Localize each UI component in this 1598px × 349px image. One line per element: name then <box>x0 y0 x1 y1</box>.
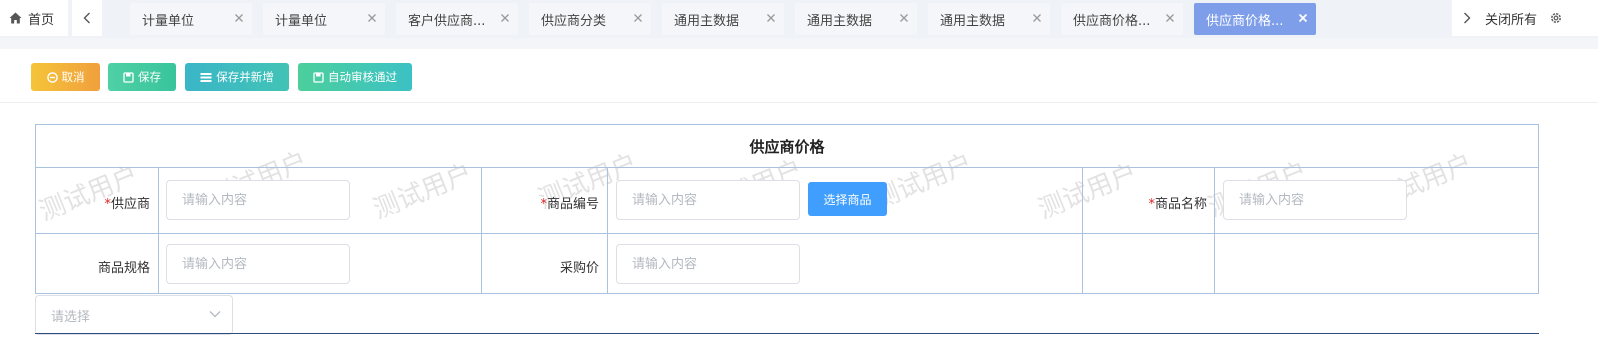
divider <box>158 168 159 293</box>
supplier-input[interactable] <box>166 180 350 220</box>
close-icon[interactable] <box>1296 11 1310 25</box>
tab-item[interactable]: 通用主数据 <box>928 3 1050 35</box>
purchase-price-label: 采购价 <box>559 261 599 276</box>
list-icon <box>200 72 212 82</box>
tabs-viewport: 分类 计量单位 计量单位 客户供应商... 供应商分类 通用主数据 通用主数据 … <box>120 0 1448 38</box>
save-button[interactable]: 保存 <box>108 63 176 91</box>
save-and-new-label: 保存并新增 <box>216 70 274 84</box>
tab-item[interactable]: 计量单位 <box>263 3 385 35</box>
close-icon[interactable] <box>1030 11 1044 25</box>
tabs-strip: 分类 计量单位 计量单位 客户供应商... 供应商分类 通用主数据 通用主数据 … <box>120 3 1327 35</box>
tab-label: 供应商价格... <box>1206 13 1284 29</box>
divider <box>36 233 1538 234</box>
cancel-label: 取消 <box>61 70 85 84</box>
tab-bar: 首页 分类 计量单位 计量单位 客户供应商... 供应商分类 通用主数据 通用主… <box>0 0 1598 38</box>
close-all-label: 关闭所有 <box>1485 12 1538 28</box>
product-code-label: *商品编号 <box>482 193 599 212</box>
supplier-label-text: 供应商 <box>110 197 150 212</box>
gear-icon[interactable] <box>1549 11 1563 25</box>
product-spec-input[interactable] <box>166 244 350 284</box>
product-name-label-text: 商品名称 <box>1154 197 1207 212</box>
tab-label: 供应商价格... <box>1073 13 1151 29</box>
tab-item[interactable]: 供应商价格... <box>1061 3 1183 35</box>
save-disk-icon <box>313 71 324 83</box>
close-icon[interactable] <box>631 11 645 25</box>
section-divider <box>35 333 1539 334</box>
close-icon[interactable] <box>897 11 911 25</box>
tab-item[interactable]: 通用主数据 <box>662 3 784 35</box>
divider <box>1214 168 1215 293</box>
tab-label: 计量单位 <box>275 13 328 29</box>
form-title: 供应商价格 <box>36 125 1538 168</box>
purchase-price-input[interactable] <box>616 244 800 284</box>
product-code-input[interactable] <box>616 180 800 220</box>
auto-approve-label: 自动审核通过 <box>328 70 397 84</box>
home-icon <box>9 12 22 24</box>
cancel-circle-icon <box>46 71 58 83</box>
tab-item[interactable]: 客户供应商... <box>396 3 518 35</box>
status-select[interactable]: 请选择 <box>35 295 233 335</box>
tab-item[interactable]: 通用主数据 <box>795 3 917 35</box>
tab-label: 通用主数据 <box>940 13 1006 29</box>
product-name-input[interactable] <box>1223 180 1407 220</box>
product-spec-label: 商品规格 <box>97 261 150 276</box>
auto-approve-button[interactable]: 自动审核通过 <box>298 63 412 91</box>
divider <box>1082 168 1083 293</box>
toolbar: 取消 保存 保存并新增 自动审核通过 <box>0 49 1598 103</box>
save-label: 保存 <box>138 70 161 84</box>
chevron-left-icon <box>83 12 90 24</box>
close-icon[interactable] <box>365 11 379 25</box>
product-name-label: *商品名称 <box>1083 193 1207 212</box>
chevron-down-icon <box>209 311 221 318</box>
tab-label: 通用主数据 <box>807 13 873 29</box>
supplier-label: *供应商 <box>36 193 150 212</box>
home-tab[interactable]: 首页 <box>0 0 68 36</box>
tab-item[interactable]: 计量单位 <box>130 3 252 35</box>
content-panel: 取消 保存 保存并新增 自动审核通过 测试用户 测试用户 测试用户 测试用户 测… <box>0 49 1598 349</box>
select-product-button[interactable]: 选择商品 <box>808 182 887 216</box>
close-all-button[interactable]: 关闭所有 <box>1481 0 1598 36</box>
tab-label: 客户供应商... <box>408 13 486 29</box>
tab-item[interactable]: 供应商分类 <box>529 3 651 35</box>
form-table: 供应商价格 *供应商 *商品编号 选择商品 *商品名称 商品规格 采购价 <box>35 124 1539 294</box>
close-icon[interactable] <box>764 11 778 25</box>
tab-scroll-right-button[interactable] <box>1452 0 1482 36</box>
tab-item-active[interactable]: 供应商价格... <box>1194 3 1316 35</box>
close-icon[interactable] <box>498 11 512 25</box>
close-icon[interactable] <box>232 11 246 25</box>
divider <box>607 168 608 293</box>
product-code-label-text: 商品编号 <box>546 197 599 212</box>
save-and-new-button[interactable]: 保存并新增 <box>185 63 289 91</box>
cancel-button[interactable]: 取消 <box>31 63 100 91</box>
tab-label: 计量单位 <box>142 13 195 29</box>
save-disk-icon <box>123 71 134 83</box>
tab-label: 通用主数据 <box>674 13 740 29</box>
select-placeholder: 请选择 <box>51 309 91 325</box>
chevron-right-icon <box>1464 12 1471 24</box>
tab-label: 供应商分类 <box>541 13 607 29</box>
close-icon[interactable] <box>1163 11 1177 25</box>
home-label: 首页 <box>28 12 55 28</box>
tab-scroll-left-button[interactable] <box>72 0 102 36</box>
